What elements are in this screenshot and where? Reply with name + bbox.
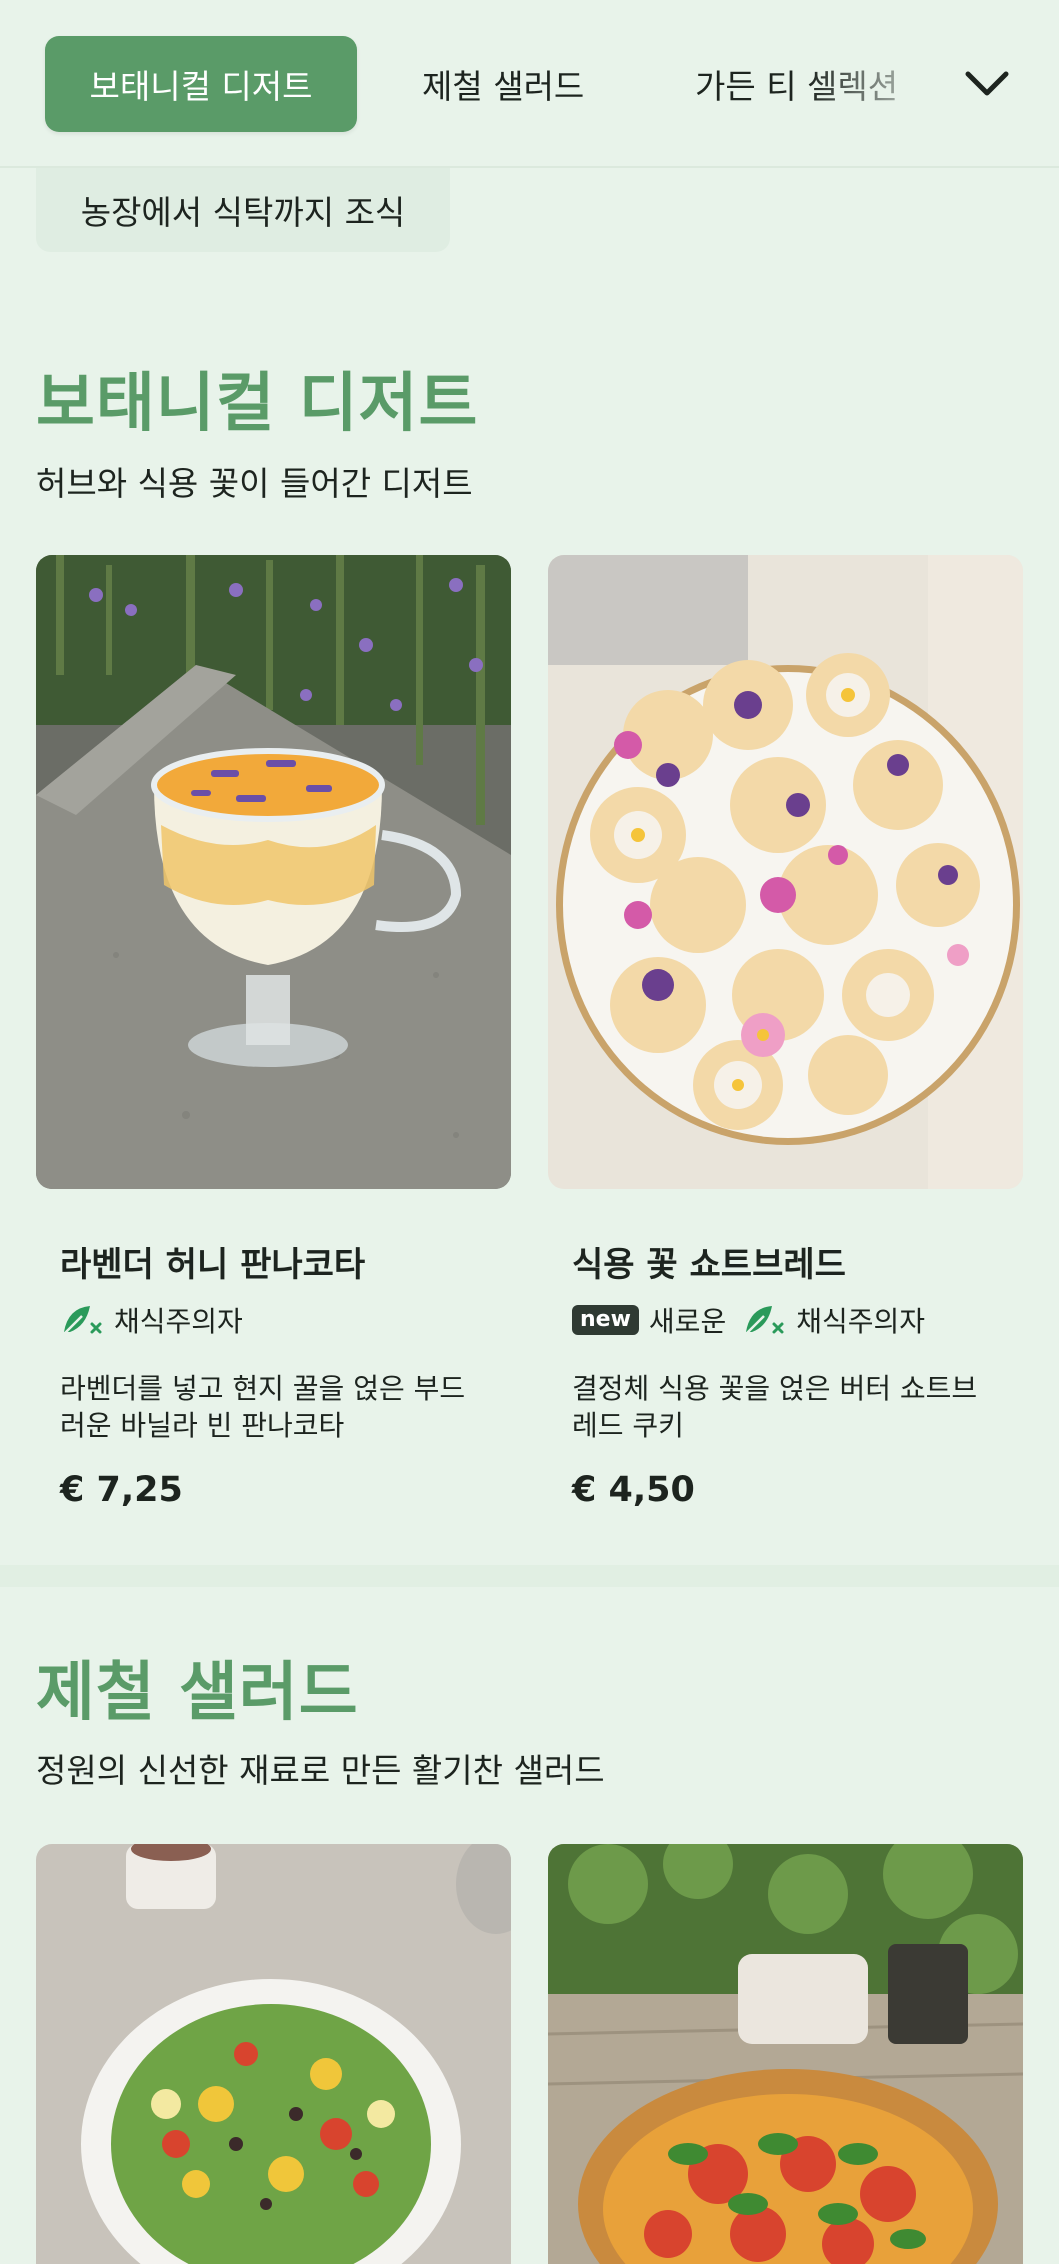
section-subtitle: 허브와 식용 꽃이 들어간 디저트 xyxy=(36,464,473,503)
tab-garden-tea[interactable]: 가든 티 셀렉션 xyxy=(695,36,898,132)
tab-seasonal-salads[interactable]: 제철 샐러드 xyxy=(422,36,584,132)
section-divider xyxy=(0,1565,1059,1587)
item-tags: 채식주의자 xyxy=(60,1300,243,1340)
new-label: 새로운 xyxy=(648,1305,727,1338)
salad-image[interactable] xyxy=(36,1844,511,2264)
tab-botanical-desserts[interactable]: 보태니컬 디저트 xyxy=(45,36,357,132)
shortbread-image[interactable] xyxy=(548,555,1023,1189)
diet-label: 채식주의자 xyxy=(114,1305,243,1338)
item-tags: new 새로운 채식주의자 xyxy=(572,1300,925,1340)
section-title: 보태니컬 디저트 xyxy=(36,367,479,441)
panna-cotta-image[interactable] xyxy=(36,555,511,1189)
diet-label: 채식주의자 xyxy=(796,1305,926,1338)
chevron-down-icon[interactable] xyxy=(962,60,1012,110)
section-subtitle: 정원의 신선한 재료로 만든 활기찬 샐러드 xyxy=(36,1751,605,1790)
section-title: 제철 샐러드 xyxy=(36,1656,359,1730)
item-description: 라벤더를 넣고 현지 꿀을 얹은 부드러운 바닐라 빈 판나코타 xyxy=(60,1372,466,1442)
item-name[interactable]: 식용 꽃 쇼트브레드 xyxy=(572,1237,846,1286)
vegetarian-icon xyxy=(745,1306,784,1335)
item-price: € 4,50 xyxy=(572,1470,695,1510)
item-description: 결정체 식용 꽃을 얹은 버터 쇼트브레드 쿠키 xyxy=(572,1372,978,1442)
item-name[interactable]: 라벤더 허니 판나코타 xyxy=(60,1237,365,1286)
category-chip-breakfast[interactable]: 농장에서 식탁까지 조식 xyxy=(36,168,450,252)
category-tab-bar: 보태니컬 디저트 제철 샐러드 가든 티 셀렉션 xyxy=(0,0,1059,168)
new-badge: new xyxy=(572,1305,639,1335)
item-price: € 7,25 xyxy=(60,1470,183,1510)
vegetarian-icon xyxy=(63,1306,102,1335)
tomato-tart-image[interactable] xyxy=(548,1844,1023,2264)
